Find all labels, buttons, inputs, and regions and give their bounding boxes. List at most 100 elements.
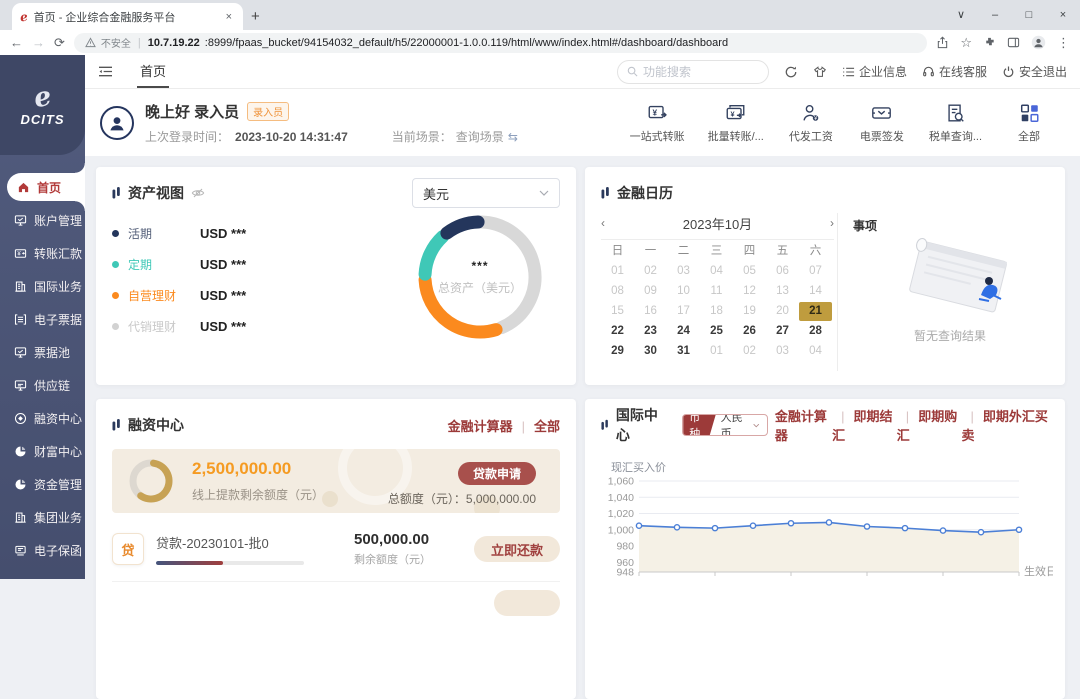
browser-urlbar: ← → ⟳ 不安全 | 10.7.19.22 :8999/fpaas_bucke… xyxy=(0,30,1080,56)
calendar-prev-icon[interactable]: ‹ xyxy=(601,216,621,230)
refresh-icon[interactable] xyxy=(784,65,798,79)
calendar-day[interactable]: 27 xyxy=(766,322,799,341)
currency-type-dropdown[interactable]: 币种 人民币 xyxy=(682,414,768,436)
scene-switch-icon[interactable]: ⇆ xyxy=(508,130,518,144)
calendar-day[interactable]: 26 xyxy=(733,322,766,341)
reload-button[interactable]: ⟳ xyxy=(54,35,65,51)
calendar-next-icon[interactable]: › xyxy=(814,216,834,230)
sidebar-item-wealth[interactable]: 财富中心 xyxy=(0,435,85,468)
online-service-link[interactable]: 在线客服 xyxy=(922,63,987,80)
forward-button[interactable]: → xyxy=(32,35,45,50)
calendar-day[interactable]: 31 xyxy=(667,342,700,361)
calendar-day[interactable]: 03 xyxy=(667,262,700,281)
logout-link[interactable]: 安全退出 xyxy=(1002,63,1067,80)
page-tab-home[interactable]: 首页 xyxy=(137,55,169,88)
calendar-day[interactable]: 03 xyxy=(766,342,799,361)
sidebar-item-funds[interactable]: 资金管理 xyxy=(0,468,85,501)
sidebar-item-international[interactable]: 国际业务 xyxy=(0,270,85,303)
side-panel-icon[interactable] xyxy=(1007,36,1020,49)
close-button[interactable]: × xyxy=(1046,0,1080,30)
new-tab-button[interactable]: + xyxy=(251,9,260,30)
finance-calculator-link[interactable]: 金融计算器 xyxy=(448,416,513,435)
enterprise-info-link[interactable]: 企业信息 xyxy=(842,63,907,80)
sidebar-item-transfer[interactable]: ¥ 转账汇款 xyxy=(0,237,85,270)
calendar-day[interactable]: 04 xyxy=(799,342,832,361)
sidebar-item-financing[interactable]: 融资中心 xyxy=(0,402,85,435)
calendar-day[interactable]: 01 xyxy=(601,262,634,281)
finance-all-link[interactable]: 全部 xyxy=(513,416,560,435)
address-bar[interactable]: 不安全 | 10.7.19.22 :8999/fpaas_bucket/9415… xyxy=(74,33,927,53)
calendar-day[interactable]: 20 xyxy=(766,302,799,321)
calendar-day[interactable]: 08 xyxy=(601,282,634,301)
search-input[interactable]: 功能搜索 xyxy=(617,60,769,84)
supply-chain-icon xyxy=(14,379,27,392)
calendar-day[interactable]: 24 xyxy=(667,322,700,341)
share-icon[interactable] xyxy=(936,36,949,49)
calendar-day[interactable]: 28 xyxy=(799,322,832,341)
minimize-button[interactable]: – xyxy=(978,0,1012,30)
calendar-day[interactable]: 15 xyxy=(601,302,634,321)
intl-calculator-link[interactable]: 金融计算器 xyxy=(775,406,832,444)
calendar-day[interactable]: 10 xyxy=(667,282,700,301)
calendar-day[interactable]: 25 xyxy=(700,322,733,341)
tab-search-icon[interactable]: ∨ xyxy=(944,0,978,30)
spot-settlement-link[interactable]: 即期结汇 xyxy=(832,406,897,444)
calendar-day[interactable]: 07 xyxy=(799,262,832,281)
spot-purchase-link[interactable]: 即期购汇 xyxy=(897,406,962,444)
calendar-day[interactable]: 22 xyxy=(601,322,634,341)
dashboard-content: 资产视图 美元 活期USD *** 定期USD *** 自营理财USD *** … xyxy=(85,156,1080,699)
calendar-day-header: 二 xyxy=(667,242,700,261)
quick-action-one-stop-transfer[interactable]: ¥ 一站式转账 xyxy=(630,102,685,144)
calendar-day[interactable]: 14 xyxy=(799,282,832,301)
sidebar-item-eguarantee[interactable]: 电子保函 xyxy=(0,534,85,567)
calendar-day[interactable]: 30 xyxy=(634,342,667,361)
quick-action-tax-query[interactable]: 税单查询... xyxy=(929,102,982,144)
calendar-day[interactable]: 05 xyxy=(733,262,766,281)
profile-avatar[interactable] xyxy=(1031,35,1046,50)
eye-off-icon[interactable] xyxy=(191,186,205,200)
asset-donut-chart: *** 总资产（美元） xyxy=(412,209,548,345)
repay-button-partial[interactable] xyxy=(494,590,560,616)
calendar-day[interactable]: 12 xyxy=(733,282,766,301)
browser-menu-icon[interactable]: ⋮ xyxy=(1057,35,1070,51)
loan-apply-button[interactable]: 贷款申请 xyxy=(458,462,536,485)
calendar-day[interactable]: 19 xyxy=(733,302,766,321)
theme-skin-icon[interactable] xyxy=(813,65,827,79)
sidebar-item-accounts[interactable]: 账户管理 xyxy=(0,204,85,237)
sidebar-item-group-business[interactable]: 集团业务 xyxy=(0,501,85,534)
sidebar-item-home[interactable]: 首页 xyxy=(7,173,85,201)
calendar-day[interactable]: 17 xyxy=(667,302,700,321)
tab-close-icon[interactable]: × xyxy=(223,11,235,23)
calendar-day[interactable]: 13 xyxy=(766,282,799,301)
quick-action-batch-transfer[interactable]: ¥ 批量转账/... xyxy=(708,102,764,144)
sidebar-item-ebill[interactable]: 电子票据 xyxy=(0,303,85,336)
calendar-day[interactable]: 01 xyxy=(700,342,733,361)
bookmark-star-icon[interactable]: ☆ xyxy=(960,35,972,51)
browser-tab[interactable]: e 首页 - 企业综合金融服务平台 × xyxy=(12,3,243,30)
calendar-day-selected[interactable]: 21 xyxy=(799,302,832,321)
back-button[interactable]: ← xyxy=(10,35,23,50)
quick-action-ebill-issue[interactable]: 电票签发 xyxy=(858,102,906,144)
calendar-day[interactable]: 02 xyxy=(733,342,766,361)
quick-action-all[interactable]: 全部 xyxy=(1005,102,1053,144)
calendar-day[interactable]: 16 xyxy=(634,302,667,321)
calendar-month-label: 2023年10月 xyxy=(621,214,814,233)
calendar-day[interactable]: 06 xyxy=(766,262,799,281)
calendar-day[interactable]: 04 xyxy=(700,262,733,281)
quick-action-payroll[interactable]: ¥ 代发工资 xyxy=(787,102,835,144)
calendar-day[interactable]: 23 xyxy=(634,322,667,341)
sidebar-item-bill-pool[interactable]: 票据池 xyxy=(0,336,85,369)
extensions-icon[interactable] xyxy=(983,36,996,49)
sidebar-collapse-icon[interactable] xyxy=(98,65,113,78)
currency-dropdown[interactable]: 美元 xyxy=(412,178,560,208)
calendar-day[interactable]: 11 xyxy=(700,282,733,301)
repay-now-button[interactable]: 立即还款 xyxy=(474,536,560,562)
calendar-day[interactable]: 09 xyxy=(634,282,667,301)
card-title-mark xyxy=(601,186,610,200)
calendar-day[interactable]: 02 xyxy=(634,262,667,281)
spot-fx-trade-link[interactable]: 即期外汇买卖 xyxy=(961,406,1049,444)
calendar-day[interactable]: 18 xyxy=(700,302,733,321)
maximize-button[interactable]: □ xyxy=(1012,0,1046,30)
calendar-day[interactable]: 29 xyxy=(601,342,634,361)
sidebar-item-supply-chain[interactable]: 供应链 xyxy=(0,369,85,402)
